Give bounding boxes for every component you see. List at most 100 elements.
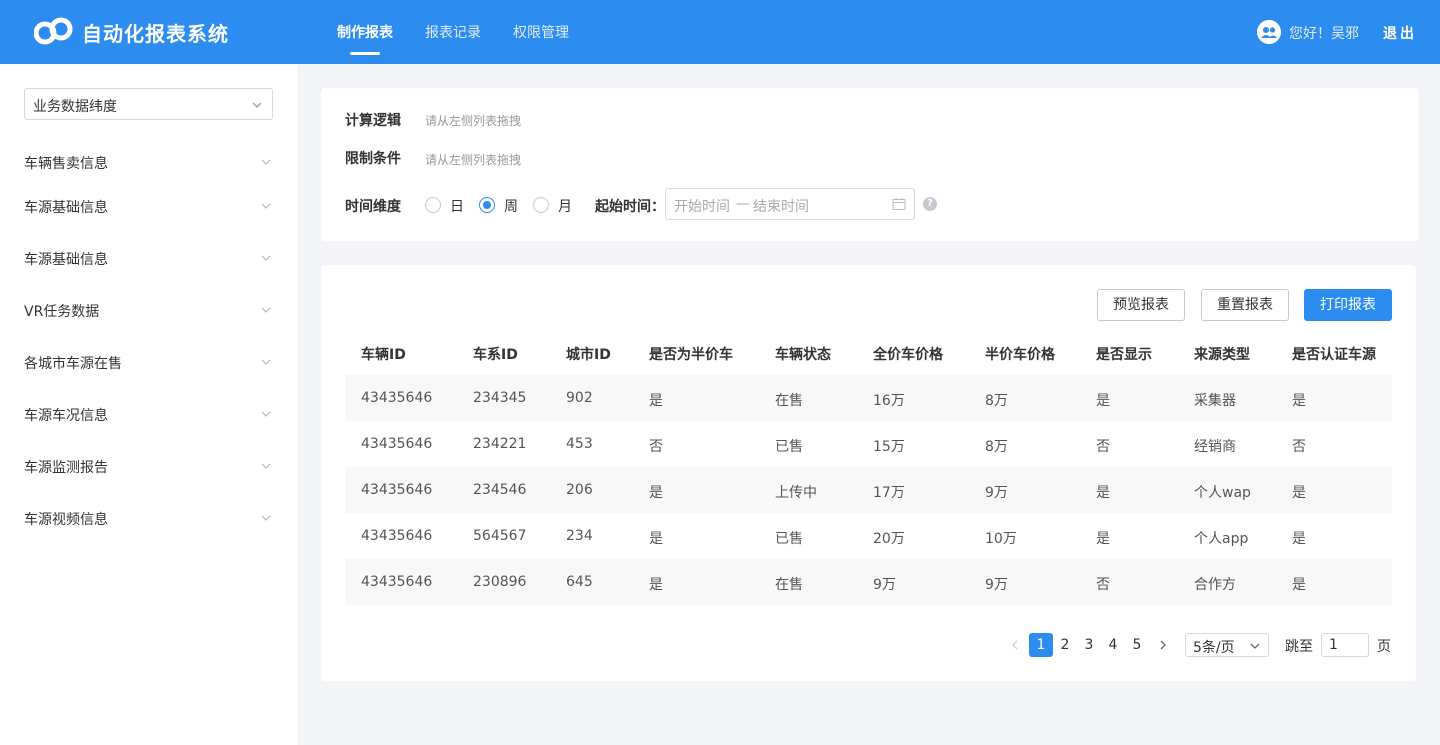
cell-certified: 是 <box>1292 531 1306 547</box>
table-row[interactable]: 43435646 230896 645 是 在售 9万 9万 否 合作方 是 <box>345 559 1392 605</box>
sidebar-item-inspection[interactable]: 车源监测报告 <box>24 455 273 477</box>
cell-certified: 否 <box>1292 439 1306 455</box>
logic-drop-zone[interactable]: 请从左侧列表拖拽 <box>425 112 521 129</box>
logic-label: 计算逻辑 <box>345 113 401 129</box>
cell-vehicle-id: 43435646 <box>361 482 433 498</box>
cell-series-id: 234221 <box>473 436 527 452</box>
sidebar-item-city-onsale[interactable]: 各城市车源在售 <box>24 351 273 373</box>
sidebar-item-label: VR任务数据 <box>24 304 100 320</box>
table-row[interactable]: 43435646 564567 234 是 已售 20万 10万 是 个人app… <box>345 513 1392 559</box>
page-4[interactable]: 4 <box>1101 633 1125 657</box>
date-separator: — <box>736 196 750 212</box>
sidebar-item-source-basic-2[interactable]: 车源基础信息 <box>24 247 273 269</box>
cell-full-price: 17万 <box>873 485 905 501</box>
radio-month-label: 月 <box>558 199 572 215</box>
chevron-down-icon <box>261 203 271 209</box>
reset-report-button[interactable]: 重置报表 <box>1201 289 1289 321</box>
cell-half-price: 是 <box>649 577 663 593</box>
cell-half-price-value: 9万 <box>985 577 1008 593</box>
page-5[interactable]: 5 <box>1125 633 1149 657</box>
logout-button[interactable]: 退出 <box>1383 23 1417 43</box>
sidebar-item-label: 车源基础信息 <box>24 252 108 268</box>
cell-full-price: 16万 <box>873 393 905 409</box>
page-size-value: 5条/页 <box>1193 640 1235 656</box>
col-header-series-id[interactable]: 车系ID <box>473 344 518 364</box>
chevron-down-icon <box>261 159 271 165</box>
col-header-half-price-value[interactable]: 半价车价格 <box>985 344 1055 364</box>
cell-city-id: 206 <box>566 482 593 498</box>
sidebar-item-label: 车源基础信息 <box>24 200 108 216</box>
limit-drop-zone[interactable]: 请从左侧列表拖拽 <box>425 151 521 168</box>
sidebar-item-video[interactable]: 车源视频信息 <box>24 507 273 529</box>
nav-permission[interactable]: 权限管理 <box>513 22 569 42</box>
date-range-picker[interactable]: 开始时间 — 结束时间 <box>665 188 915 220</box>
cell-city-id: 453 <box>566 436 593 452</box>
cell-series-id: 234546 <box>473 482 527 498</box>
cell-source-type: 采集器 <box>1194 393 1236 409</box>
preview-report-button[interactable]: 预览报表 <box>1097 289 1185 321</box>
cell-half-price-value: 8万 <box>985 393 1008 409</box>
page-1[interactable]: 1 <box>1029 633 1053 657</box>
sidebar-item-vehicle-sale[interactable]: 车辆售卖信息 <box>24 151 273 173</box>
table-row[interactable]: 43435646 234221 453 否 已售 15万 8万 否 经销商 否 <box>345 421 1392 467</box>
help-icon[interactable]: ? <box>923 197 937 211</box>
filter-panel: 计算逻辑 请从左侧列表拖拽 限制条件 请从左侧列表拖拽 时间维度 日 周 月 起… <box>321 88 1419 241</box>
page-size-select[interactable]: 5条/页 <box>1185 633 1269 657</box>
col-header-city-id[interactable]: 城市ID <box>566 344 611 364</box>
col-header-full-price[interactable]: 全价车价格 <box>873 344 943 364</box>
logo-icon <box>34 17 73 45</box>
col-header-source-type[interactable]: 来源类型 <box>1194 344 1250 364</box>
start-time-label: 起始时间： <box>595 199 665 215</box>
jump-page-input[interactable] <box>1321 633 1369 657</box>
page-2[interactable]: 2 <box>1053 633 1077 657</box>
chevron-right-icon[interactable] <box>1156 638 1170 652</box>
radio-week[interactable] <box>479 197 495 213</box>
nav-report-records[interactable]: 报表记录 <box>425 22 481 42</box>
cell-half-price: 是 <box>649 485 663 501</box>
col-header-certified[interactable]: 是否认证车源 <box>1292 344 1376 364</box>
radio-day[interactable] <box>425 197 441 213</box>
sidebar-item-label: 各城市车源在售 <box>24 356 122 372</box>
cell-certified: 是 <box>1292 393 1306 409</box>
chevron-left-icon[interactable] <box>1008 638 1022 652</box>
cell-display: 是 <box>1096 485 1110 501</box>
dimension-select-value: 业务数据纬度 <box>33 99 117 115</box>
sidebar-item-label: 车源视频信息 <box>24 512 108 528</box>
sidebar-item-condition[interactable]: 车源车况信息 <box>24 403 273 425</box>
cell-series-id: 234345 <box>473 390 527 406</box>
table-row[interactable]: 43435646 234345 902 是 在售 16万 8万 是 采集器 是 <box>345 375 1392 421</box>
cell-display: 否 <box>1096 577 1110 593</box>
cell-full-price: 9万 <box>873 577 896 593</box>
cell-certified: 是 <box>1292 485 1306 501</box>
col-header-status[interactable]: 车辆状态 <box>775 344 831 364</box>
table-row[interactable]: 43435646 234546 206 是 上传中 17万 9万 是 个人wap… <box>345 467 1392 513</box>
chevron-down-icon <box>261 255 271 261</box>
col-header-display[interactable]: 是否显示 <box>1096 344 1152 364</box>
cell-status: 已售 <box>775 531 803 547</box>
cell-city-id: 902 <box>566 390 593 406</box>
cell-status: 在售 <box>775 393 803 409</box>
col-header-vehicle-id[interactable]: 车辆ID <box>361 344 406 364</box>
chevron-down-icon <box>261 515 271 521</box>
dimension-select[interactable]: 业务数据纬度 <box>24 88 273 120</box>
page-3[interactable]: 3 <box>1077 633 1101 657</box>
cell-vehicle-id: 43435646 <box>361 574 433 590</box>
limit-label: 限制条件 <box>345 151 401 167</box>
table-header: 车辆ID 车系ID 城市ID 是否为半价车 车辆状态 全价车价格 半价车价格 是… <box>345 329 1392 375</box>
cell-vehicle-id: 43435646 <box>361 528 433 544</box>
cell-city-id: 645 <box>566 574 593 590</box>
cell-source-type: 个人wap <box>1194 485 1251 501</box>
radio-month[interactable] <box>533 197 549 213</box>
sidebar-item-label: 车源监测报告 <box>24 460 108 476</box>
sidebar-item-source-basic-1[interactable]: 车源基础信息 <box>24 195 273 217</box>
sidebar-item-vr-task[interactable]: VR任务数据 <box>24 299 273 321</box>
cell-certified: 是 <box>1292 577 1306 593</box>
chevron-down-icon <box>261 463 271 469</box>
cell-series-id: 230896 <box>473 574 527 590</box>
cell-half-price: 是 <box>649 531 663 547</box>
col-header-half-price[interactable]: 是否为半价车 <box>649 344 733 364</box>
end-time-placeholder: 结束时间 <box>753 199 809 215</box>
nav-make-report[interactable]: 制作报表 <box>337 22 393 42</box>
print-report-button[interactable]: 打印报表 <box>1304 289 1392 321</box>
cell-display: 是 <box>1096 393 1110 409</box>
